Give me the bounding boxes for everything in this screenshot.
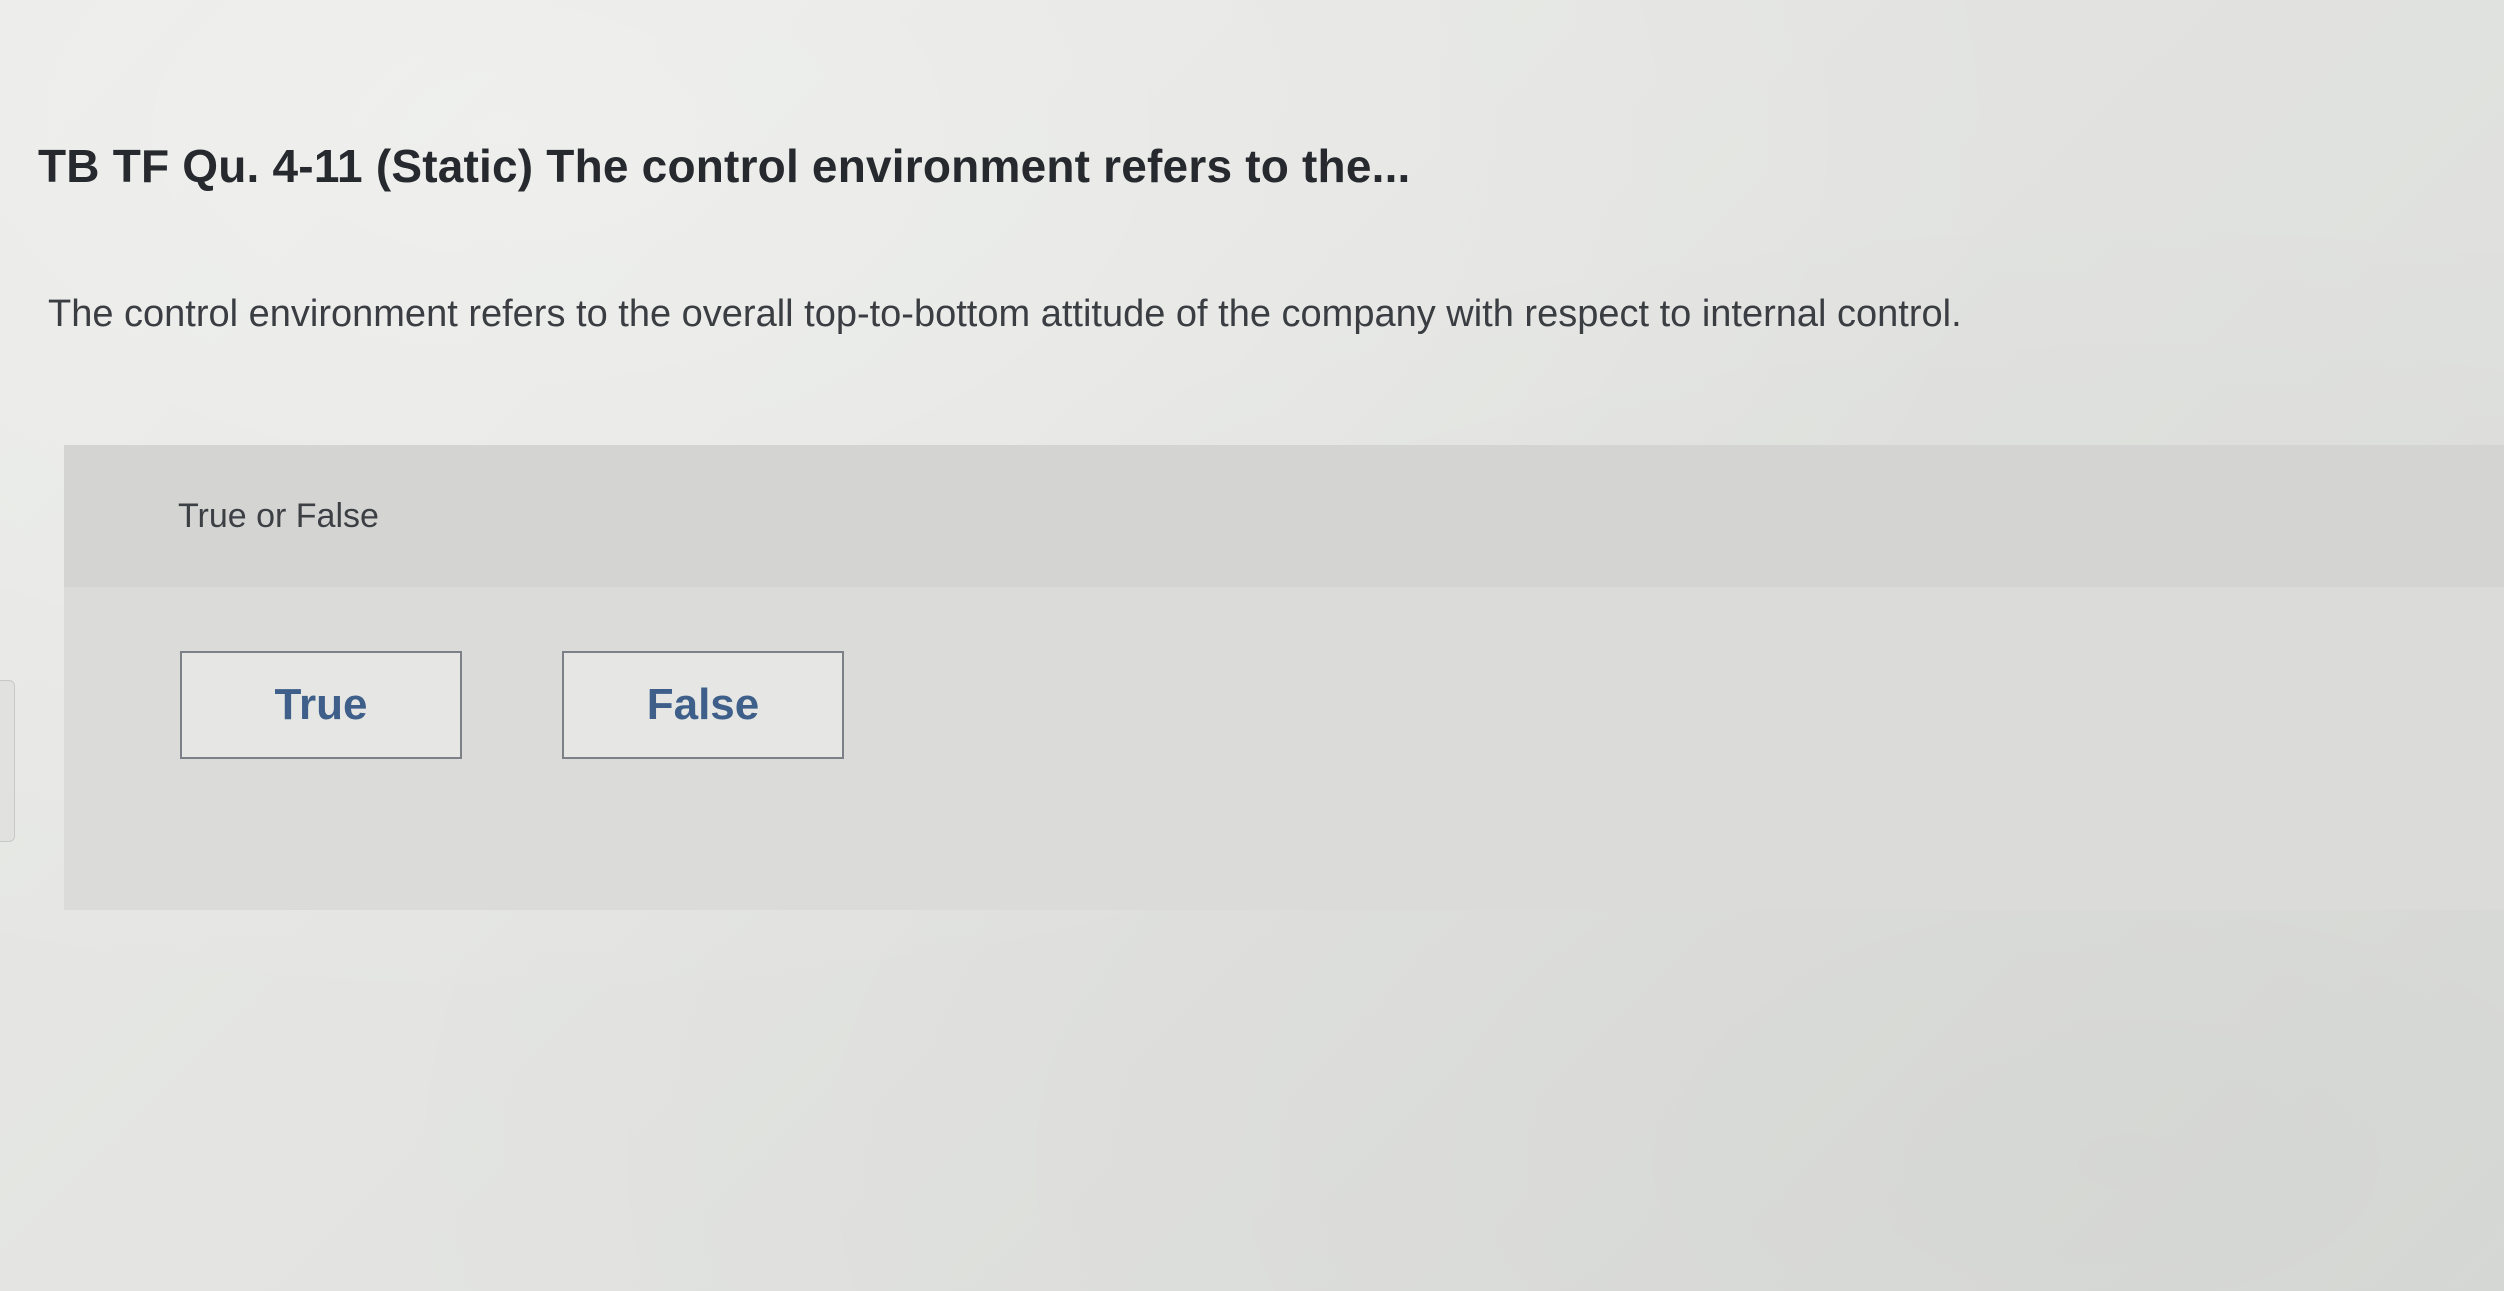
- false-button[interactable]: False: [562, 651, 844, 759]
- true-button[interactable]: True: [180, 651, 462, 759]
- answer-panel: True or False True False: [64, 445, 2504, 910]
- question-title: TB TF Qu. 4-11 (Static) The control envi…: [38, 139, 1411, 192]
- question-statement: The control environment refers to the ov…: [48, 293, 1962, 335]
- side-panel-tab[interactable]: [0, 680, 15, 842]
- answer-prompt: True or False: [178, 497, 379, 535]
- answer-header: True or False: [64, 445, 2504, 587]
